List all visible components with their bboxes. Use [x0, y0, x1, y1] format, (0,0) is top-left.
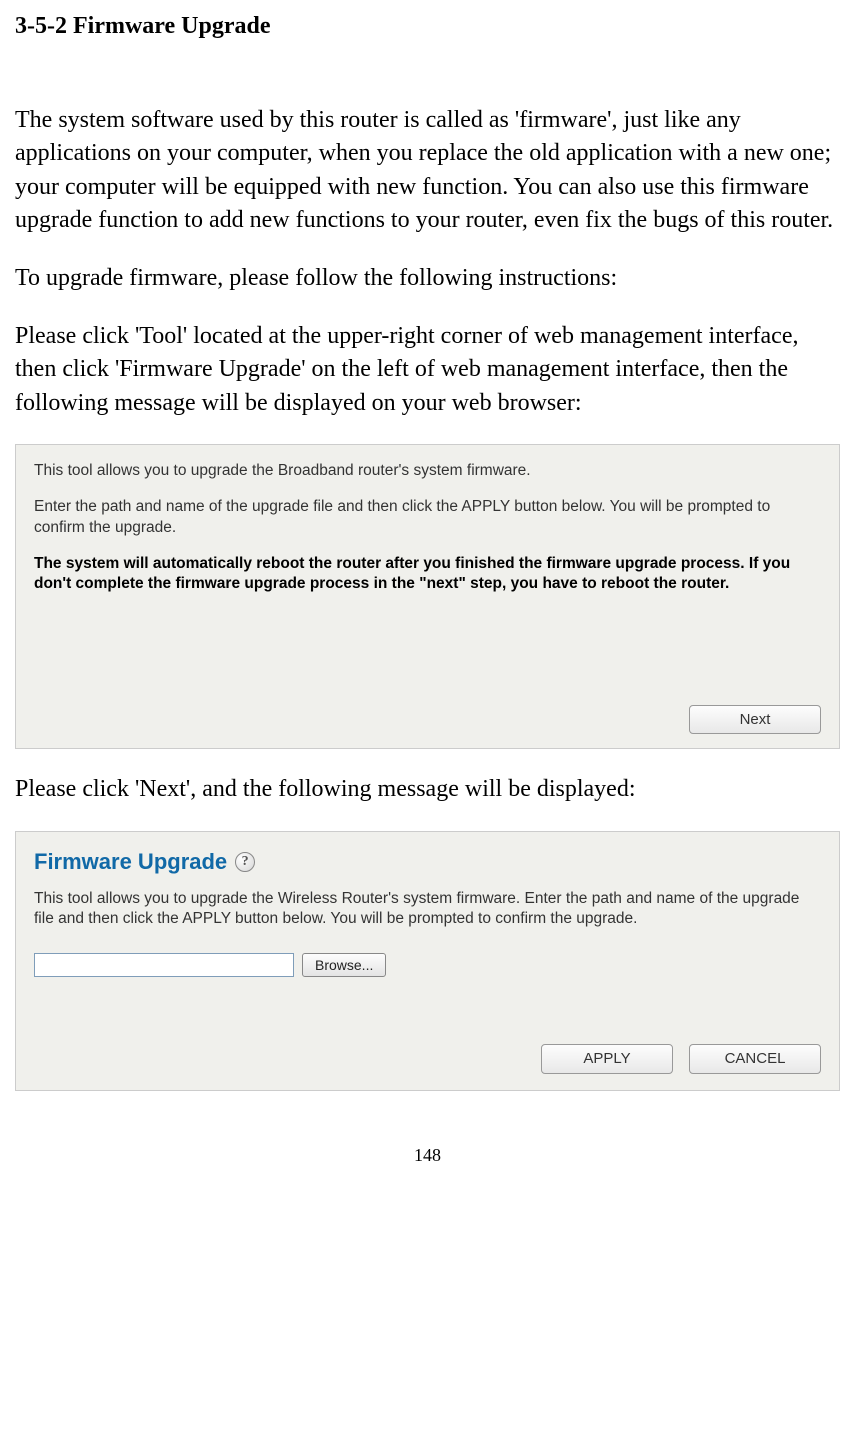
- info-text-line2: Enter the path and name of the upgrade f…: [34, 497, 821, 537]
- form-description: This tool allows you to upgrade the Wire…: [34, 889, 821, 929]
- paragraph-intro: The system software used by this router …: [15, 104, 840, 238]
- panel-title-text: Firmware Upgrade: [34, 848, 227, 877]
- firmware-upgrade-form-panel: Firmware Upgrade ? This tool allows you …: [15, 831, 840, 1091]
- paragraph-next-step: Please click 'Next', and the following m…: [15, 773, 840, 807]
- paragraph-instructions-lead: To upgrade firmware, please follow the f…: [15, 262, 840, 296]
- form-button-row: APPLY CANCEL: [541, 1044, 821, 1074]
- info-text-line1: This tool allows you to upgrade the Broa…: [34, 461, 821, 481]
- button-row: Next: [689, 705, 821, 735]
- firmware-file-input[interactable]: [34, 953, 294, 977]
- browse-button[interactable]: Browse...: [302, 953, 386, 977]
- info-text-warning: The system will automatically reboot the…: [34, 554, 821, 594]
- firmware-upgrade-info-panel: This tool allows you to upgrade the Broa…: [15, 444, 840, 749]
- file-row: Browse...: [34, 953, 821, 977]
- next-button[interactable]: Next: [689, 705, 821, 735]
- section-title: 3-5-2 Firmware Upgrade: [15, 10, 840, 44]
- help-icon[interactable]: ?: [235, 852, 255, 872]
- apply-button[interactable]: APPLY: [541, 1044, 673, 1074]
- page-number: 148: [15, 1143, 840, 1168]
- cancel-button[interactable]: CANCEL: [689, 1044, 821, 1074]
- panel-title: Firmware Upgrade ?: [34, 848, 821, 877]
- paragraph-navigation: Please click 'Tool' located at the upper…: [15, 320, 840, 421]
